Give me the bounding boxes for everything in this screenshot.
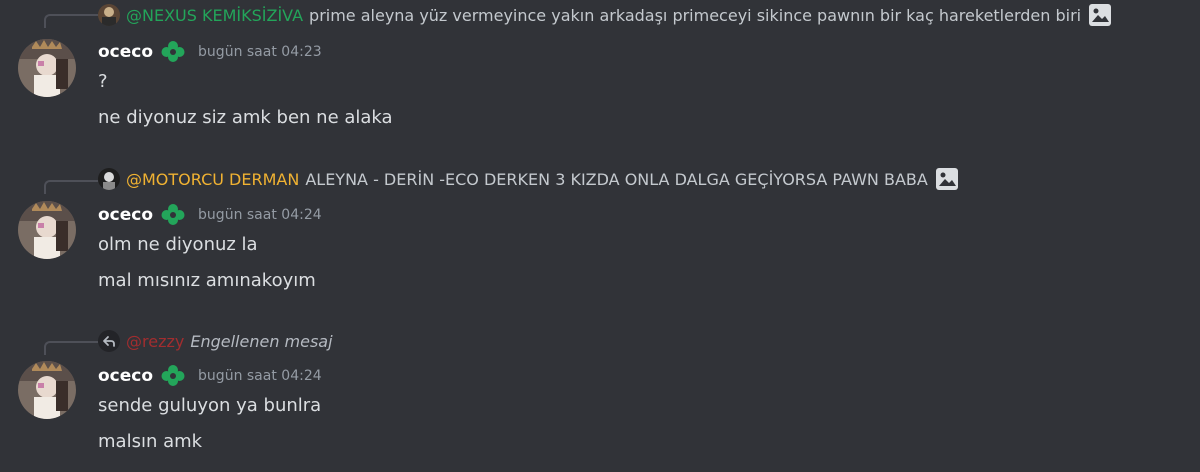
author-username[interactable]: oceco — [98, 42, 153, 62]
image-icon — [935, 168, 958, 190]
reply-connector — [44, 14, 98, 28]
reply-preview[interactable]: @MOTORCU DERMAN ALEYNA - DERİN -ECO DERK… — [98, 167, 958, 191]
reply-username[interactable]: @MOTORCU DERMAN — [126, 170, 299, 189]
author-username[interactable]: oceco — [98, 366, 153, 386]
reply-avatar[interactable] — [98, 4, 120, 26]
image-icon — [1089, 4, 1112, 26]
reply-username[interactable]: @NEXUS KEMİKSİZİVA — [126, 6, 303, 25]
message-header: oceco bugün saat 04:24 — [98, 364, 322, 388]
reply-preview[interactable]: @rezzy Engellenen mesaj — [98, 329, 333, 353]
reply-text[interactable]: ALEYNA - DERİN -ECO DERKEN 3 KIZDA ONLA … — [305, 170, 927, 189]
message-header: oceco bugün saat 04:23 — [98, 40, 322, 64]
author-username[interactable]: oceco — [98, 205, 153, 225]
message-timestamp[interactable]: bugün saat 04:23 — [198, 44, 322, 60]
reply-text[interactable]: prime aleyna yüz vermeyince yakın arkada… — [309, 6, 1081, 25]
reply-connector — [44, 341, 98, 355]
blocked-message-text[interactable]: Engellenen mesaj — [190, 332, 332, 351]
message-text[interactable]: malsın amk — [98, 431, 202, 452]
message-header: oceco bugün saat 04:24 — [98, 203, 322, 227]
author-avatar[interactable] — [18, 39, 76, 97]
message-text[interactable]: mal mısınız amınakoyım — [98, 270, 316, 291]
clover-badge-icon[interactable] — [160, 203, 186, 227]
message-timestamp[interactable]: bugün saat 04:24 — [198, 368, 322, 384]
reply-username[interactable]: @rezzy — [126, 332, 184, 351]
reply-arrow-icon — [98, 330, 120, 352]
message-timestamp[interactable]: bugün saat 04:24 — [198, 207, 322, 223]
author-avatar[interactable] — [18, 201, 76, 259]
message-text[interactable]: sende guluyon ya bunlra — [98, 395, 321, 416]
clover-badge-icon[interactable] — [160, 364, 186, 388]
message-text[interactable]: olm ne diyonuz la — [98, 234, 258, 255]
message-text[interactable]: ne diyonuz siz amk ben ne alaka — [98, 107, 393, 128]
clover-badge-icon[interactable] — [160, 40, 186, 64]
reply-avatar[interactable] — [98, 168, 120, 190]
author-avatar[interactable] — [18, 361, 76, 419]
reply-preview[interactable]: @NEXUS KEMİKSİZİVA prime aleyna yüz verm… — [98, 3, 1112, 27]
reply-connector — [44, 180, 98, 194]
message-text[interactable]: ? — [98, 71, 108, 92]
